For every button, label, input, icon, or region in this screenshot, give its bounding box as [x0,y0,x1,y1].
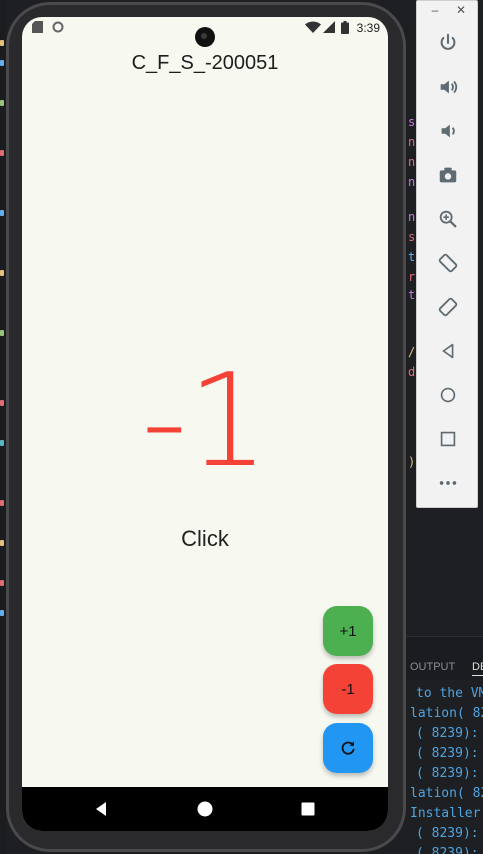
minimize-icon[interactable]: – [427,3,443,17]
console-line: ( 8239): [416,726,479,741]
volume-up-icon [440,80,458,94]
gutter-marker [0,610,4,616]
rotate-right-icon [438,297,458,317]
gutter-marker [0,270,4,276]
reset-button[interactable] [323,723,373,773]
status-time: 3:39 [356,21,380,35]
phone-screen: 3:39 C_F_S_-200051 -1 Click +1 -1 [22,17,388,831]
more-button[interactable] [432,467,464,499]
wifi-icon [305,21,321,33]
bottom-panel-header: OUTPUT DE [400,636,483,680]
gutter-marker [0,440,4,446]
recents-icon[interactable] [298,799,318,819]
gutter-marker [0,60,4,66]
gutter-marker [0,540,4,546]
console-line: to the VM [416,686,483,701]
zoom-icon [439,210,457,228]
back-icon [442,343,454,359]
app-title: C_F_S_-200051 [131,52,279,74]
gutter-marker [0,500,4,506]
camera-icon [439,167,457,183]
gutter-marker [0,330,4,336]
console-line: ( 8239): [416,766,479,781]
front-camera [195,27,215,47]
decrement-button[interactable]: -1 [323,664,373,714]
signal-icon [323,21,335,33]
console-line: lation( 82 [410,706,483,721]
battery-icon [341,21,349,34]
increment-label: +1 [339,622,357,640]
console-line: ( 8239): [416,746,479,761]
decrement-label: -1 [341,680,355,698]
console-line: ( 8239): [416,826,479,841]
emu-home-button[interactable] [432,379,464,411]
rotate-left-button[interactable] [432,247,464,279]
gutter-marker [0,210,4,216]
volume-up-button[interactable] [432,71,464,103]
rotate-left-icon [438,253,458,273]
home-icon[interactable] [195,799,215,819]
power-icon [440,33,456,50]
gutter-marker [0,150,4,156]
more-icon [439,481,457,485]
emu-overview-button[interactable] [432,423,464,455]
emu-back-button[interactable] [432,335,464,367]
tab-output[interactable]: OUTPUT [410,661,455,673]
refresh-icon [341,741,355,755]
rotate-right-button[interactable] [432,291,464,323]
overview-icon [440,431,456,447]
screenshot-button[interactable] [432,159,464,191]
circle-status-icon [52,21,64,33]
tab-debug[interactable]: DE [472,661,483,676]
emulator-toolbar: – ✕ [416,0,478,508]
volume-down-icon [441,124,455,138]
console-line: ( 8239): [416,846,479,854]
console-line: Installer( [410,806,483,821]
gutter-marker [0,40,4,46]
back-icon[interactable] [92,799,112,819]
close-icon[interactable]: ✕ [453,3,469,17]
gutter-marker [0,400,4,406]
console-line: lation( 82 [410,786,483,801]
gutter-marker [0,580,4,586]
home-icon [440,387,456,403]
counter-value: -1 [141,347,269,496]
sd-card-icon [32,21,43,33]
system-nav-bar [22,787,388,831]
gutter-marker [0,100,4,106]
zoom-button[interactable] [432,203,464,235]
volume-down-button[interactable] [432,115,464,147]
debug-console: to the VM lation( 82 ( 8239): ( 8239): (… [400,680,483,854]
power-button[interactable] [432,27,464,59]
click-label: Click [181,526,229,551]
increment-button[interactable]: +1 [323,606,373,656]
